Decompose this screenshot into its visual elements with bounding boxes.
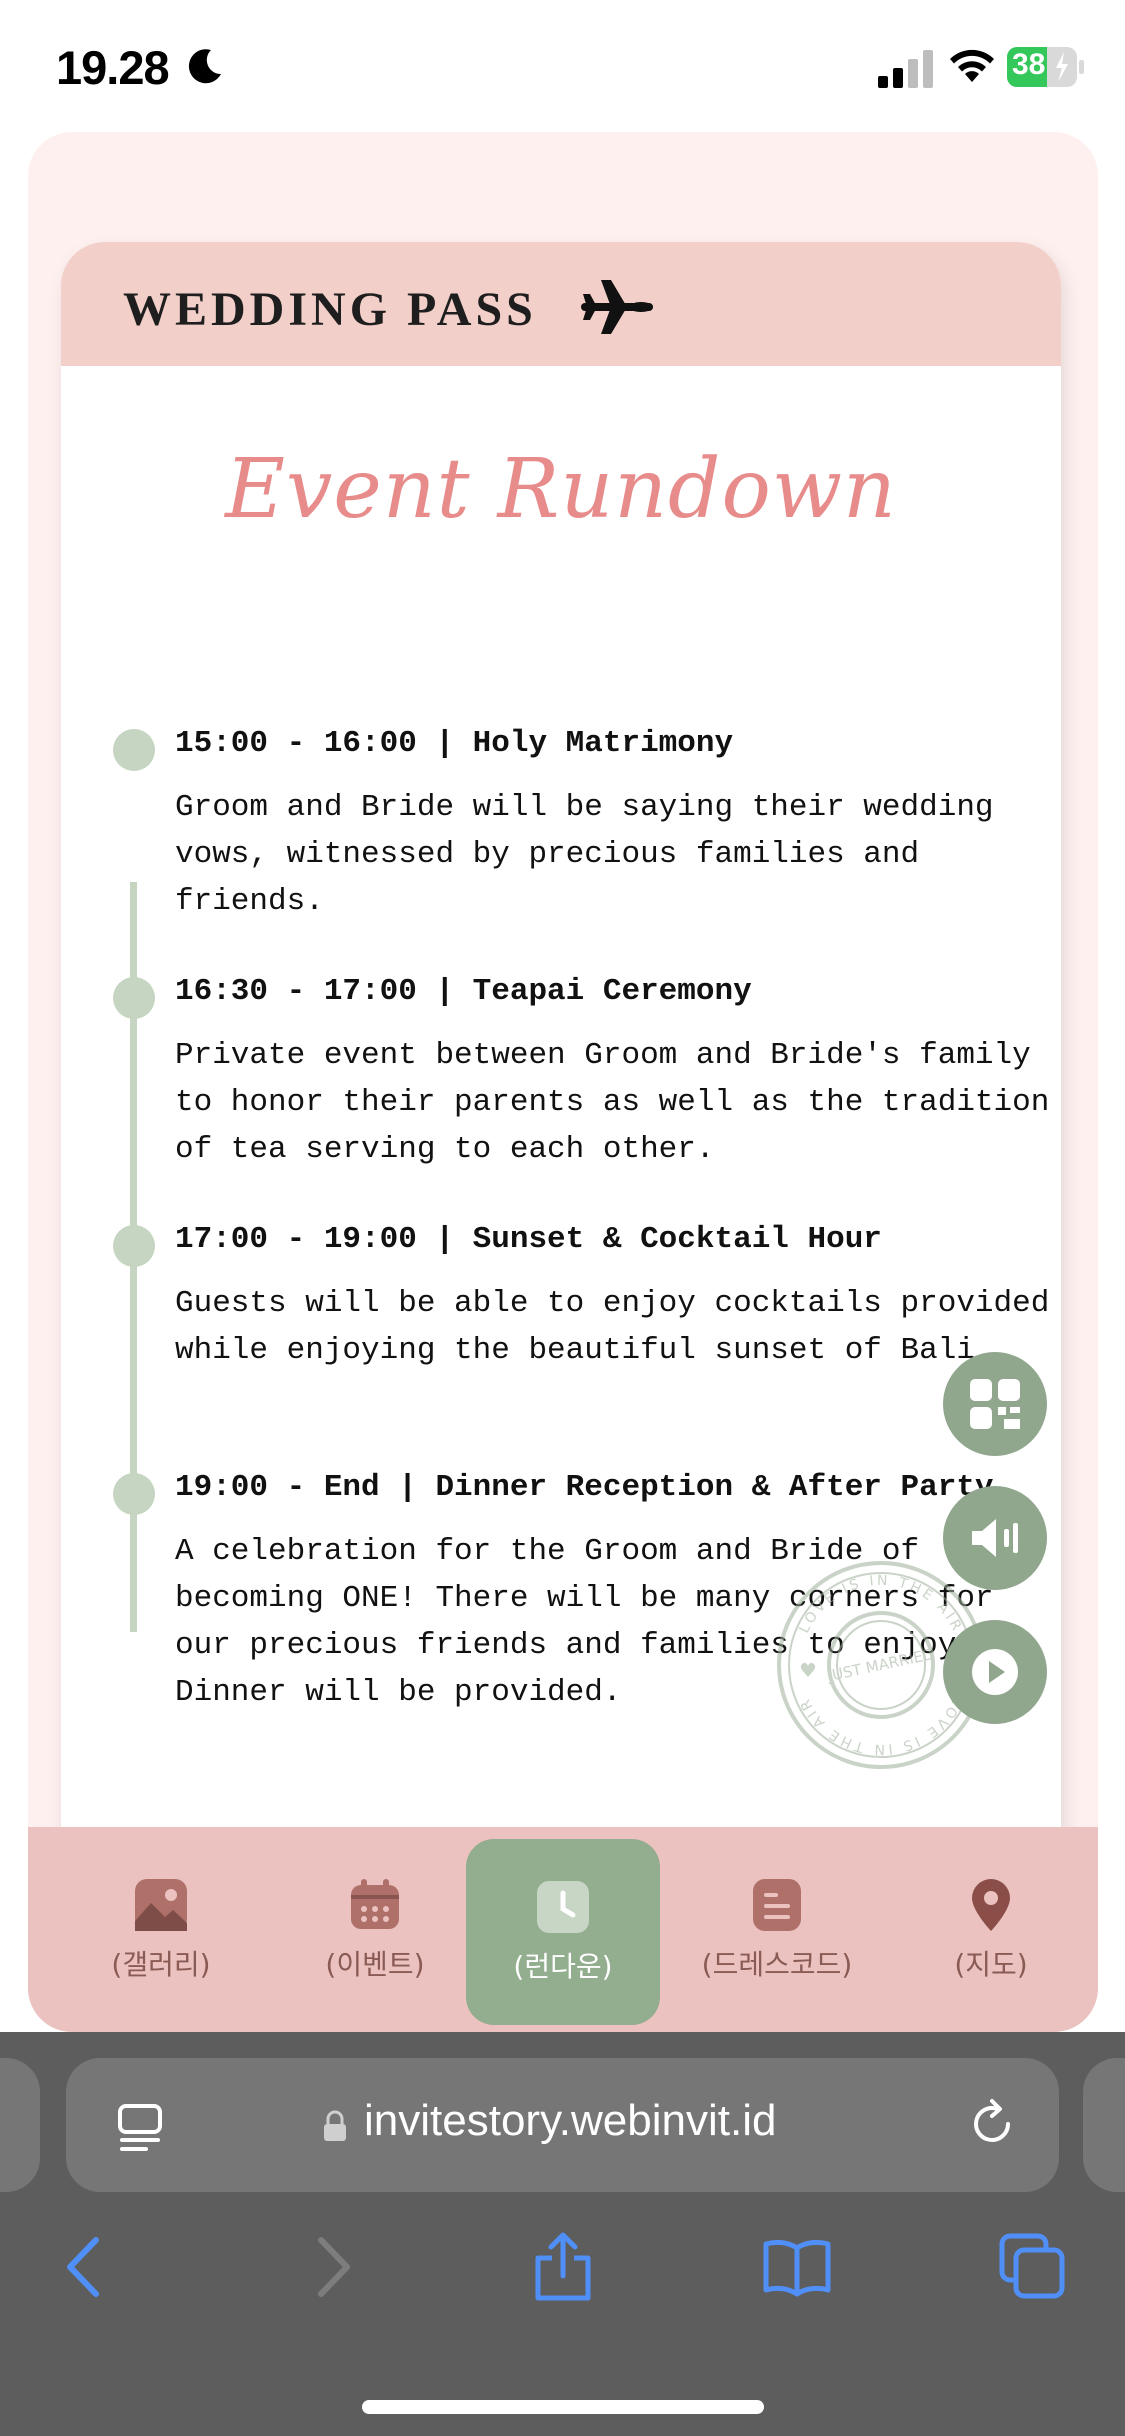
clock-icon — [537, 1881, 589, 1933]
timeline-dot — [113, 1473, 155, 1515]
nav-item-dresscode[interactable]: (드레스코드) — [680, 1827, 874, 2032]
airplane-icon — [581, 280, 653, 334]
nav-item-map[interactable]: (지도) — [894, 1827, 1088, 2032]
lock-icon — [324, 2110, 346, 2141]
nav-label: (런다운) — [513, 1950, 613, 1983]
gallery-icon — [135, 1878, 187, 1931]
page-menu-icon[interactable] — [116, 2102, 164, 2152]
event-heading: 17:00 - 19:00 | Sunset & Cocktail Hour — [175, 1222, 882, 1257]
calendar-icon — [351, 1878, 399, 1929]
pass-header: WEDDING PASS — [61, 242, 1061, 366]
nav-item-event[interactable]: (이벤트) — [278, 1827, 472, 2032]
event-description: Private event between Groom and Bride's … — [175, 1038, 1050, 1167]
timeline-dot — [113, 729, 155, 771]
bookmarks-icon[interactable] — [762, 2232, 832, 2302]
share-icon[interactable] — [528, 2232, 598, 2302]
timeline-dot — [113, 977, 155, 1019]
moon-icon — [188, 49, 221, 84]
signal-icon — [878, 50, 933, 88]
bottom-navigation: (갤러리) (이벤트) (런다운) (드레스코드) (지도) — [28, 1827, 1098, 2032]
qr-code-button[interactable] — [943, 1352, 1047, 1456]
tabs-icon[interactable] — [998, 2232, 1068, 2302]
nav-label: (이벤트) — [325, 1947, 425, 1981]
home-indicator — [362, 2400, 764, 2414]
sound-toggle-button[interactable] — [943, 1486, 1047, 1590]
nav-label: (갤러리) — [111, 1947, 211, 1981]
back-icon[interactable] — [52, 2232, 122, 2302]
document-icon — [753, 1878, 801, 1931]
nav-item-rundown[interactable]: (런다운) — [466, 1839, 660, 2025]
stamp-center-text: JUST MARRIED — [825, 1645, 936, 1685]
next-tab-peek[interactable] — [1083, 2058, 1125, 2192]
event-heading: 19:00 - End | Dinner Reception & After P… — [175, 1470, 994, 1505]
status-time: 19.28 — [56, 41, 170, 94]
speaker-icon — [972, 1519, 1018, 1557]
nav-label: (지도) — [954, 1947, 1028, 1981]
url-text: invitestory.webinvit.id — [364, 2096, 777, 2145]
event-heading: 16:30 - 17:00 | Teapai Ceremony — [175, 974, 752, 1009]
map-pin-icon — [972, 1878, 1010, 1931]
qr-code-icon — [970, 1379, 1020, 1429]
reload-icon[interactable] — [966, 2098, 1018, 2150]
event-heading: 15:00 - 16:00 | Holy Matrimony — [175, 726, 734, 761]
pass-title: WEDDING PASS — [123, 283, 537, 336]
battery-level: 38 — [1012, 48, 1046, 81]
section-title: Event Rundown — [225, 442, 897, 537]
nav-label: (드레스코드) — [701, 1947, 853, 1981]
address-bar[interactable]: invitestory.webinvit.id — [66, 2058, 1059, 2192]
nav-item-gallery[interactable]: (갤러리) — [64, 1827, 258, 2032]
wifi-icon — [950, 49, 994, 82]
event-description: Guests will be able to enjoy cocktails p… — [175, 1286, 1050, 1368]
forward-icon[interactable] — [295, 2232, 365, 2302]
status-bar: 19.28 38 — [0, 0, 1125, 135]
timeline-dot — [113, 1225, 155, 1267]
event-description: Groom and Bride will be saying their wed… — [175, 790, 994, 919]
autoplay-button[interactable] — [943, 1620, 1047, 1724]
play-icon — [972, 1649, 1018, 1695]
browser-toolbar: invitestory.webinvit.id — [0, 2032, 1125, 2436]
previous-tab-peek[interactable] — [0, 2058, 40, 2192]
